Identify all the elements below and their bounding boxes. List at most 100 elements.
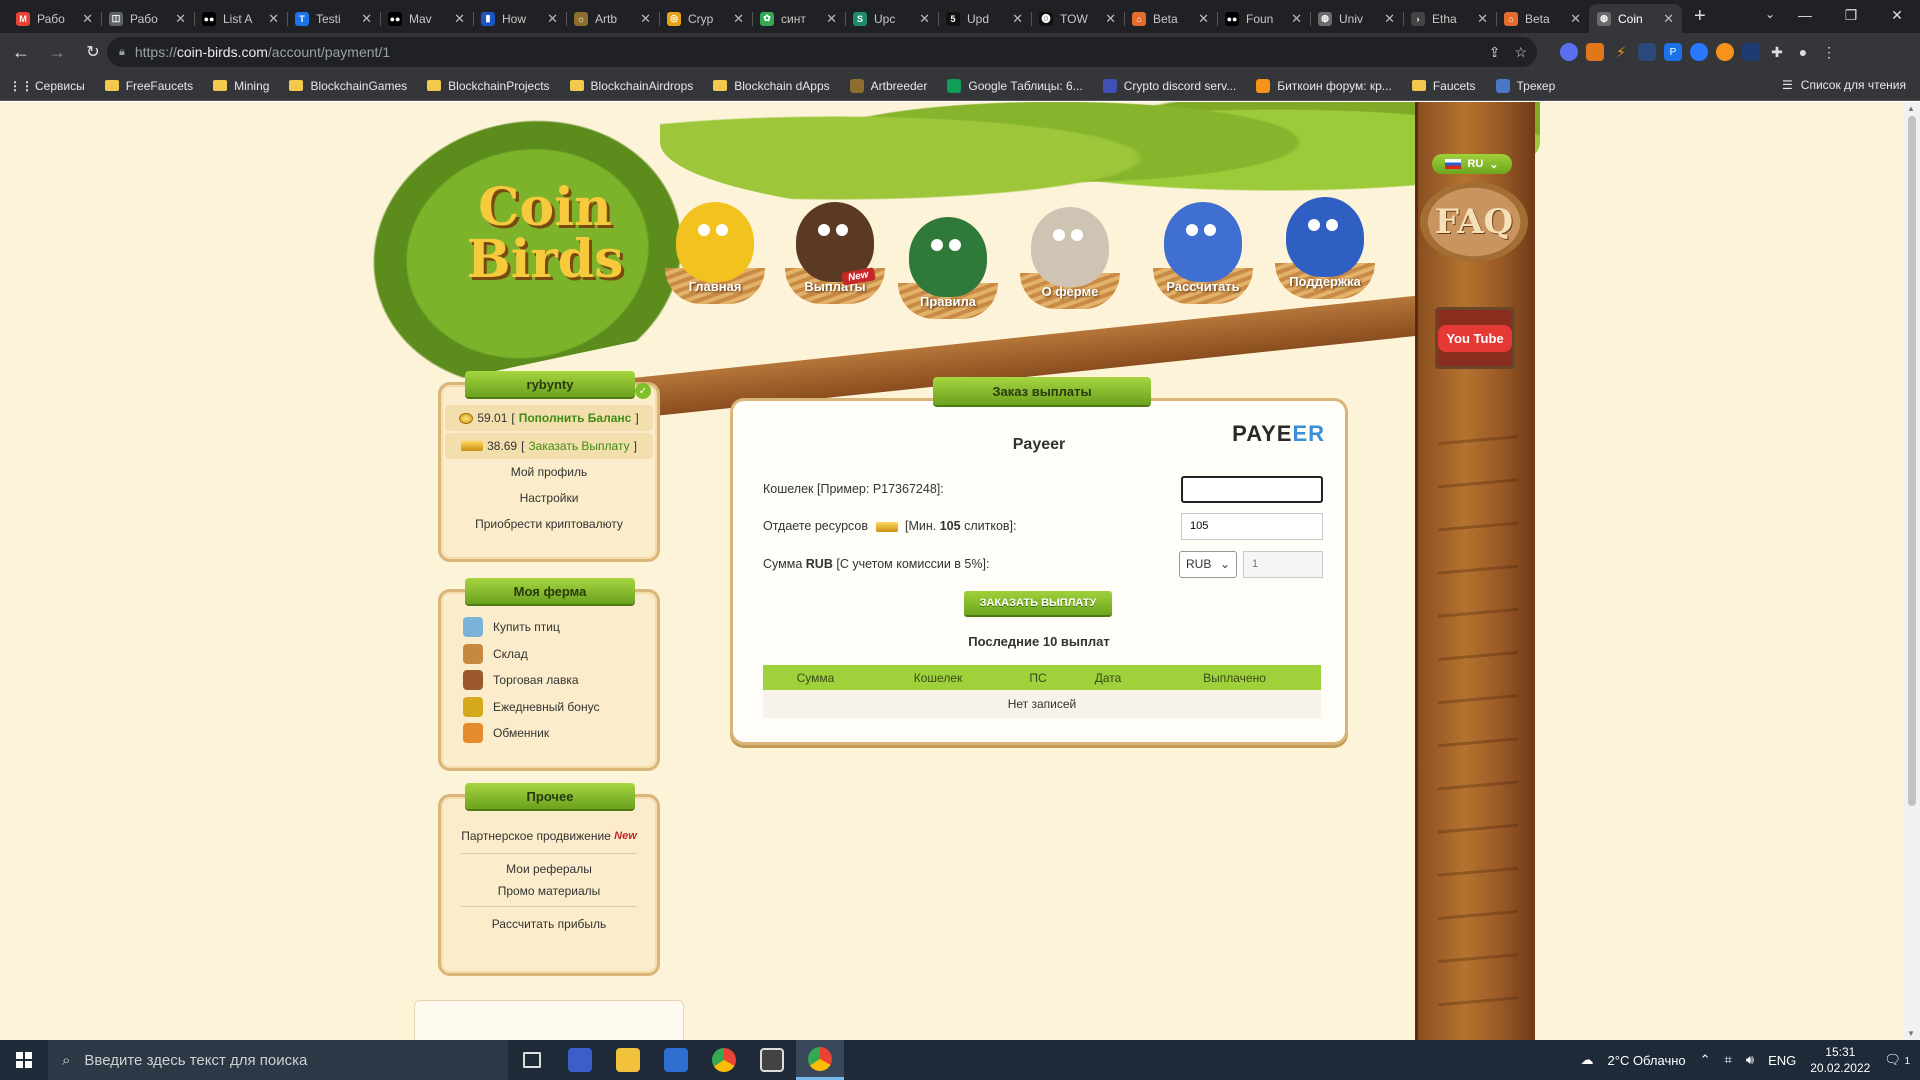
bookmark-star-icon[interactable]: ☆: [1514, 44, 1527, 61]
metamask-icon[interactable]: [1586, 43, 1604, 61]
keyboard-language[interactable]: ENG: [1768, 1053, 1796, 1068]
calendar-app-icon[interactable]: [748, 1040, 796, 1080]
page-scrollbar[interactable]: ▲ ▼: [1904, 102, 1920, 1040]
youtube-link[interactable]: You Tube: [1435, 307, 1515, 369]
close-tab-icon[interactable]: ✕: [1663, 11, 1674, 27]
farm-menu-item[interactable]: Ежедневный бонус: [441, 694, 657, 721]
reload-button[interactable]: ↻: [78, 37, 108, 67]
browser-tab[interactable]: ▮ How ✕: [473, 4, 566, 33]
withdraw-link[interactable]: Заказать Выплату: [528, 439, 629, 453]
back-button[interactable]: ←: [6, 37, 36, 67]
browser-tab[interactable]: ☼ Artb ✕: [566, 4, 659, 33]
lock-icon[interactable]: 🔒︎: [119, 46, 125, 59]
close-tab-icon[interactable]: ✕: [919, 11, 930, 27]
close-tab-icon[interactable]: ✕: [82, 11, 93, 27]
weather-icon[interactable]: ☁: [1581, 1052, 1594, 1068]
browser-tab[interactable]: ◍ Coin ✕: [1589, 4, 1682, 33]
taskbar-search[interactable]: ⌕ Введите здесь текст для поиска: [48, 1040, 508, 1080]
profile-icon[interactable]: ●: [1794, 43, 1812, 61]
bookmark-item[interactable]: BlockchainGames: [289, 79, 407, 93]
bookmark-item[interactable]: Crypto discord serv...: [1102, 78, 1236, 93]
browser-tab[interactable]: ●● Mav ✕: [380, 4, 473, 33]
browser-tab[interactable]: ✿ синт ✕: [752, 4, 845, 33]
nav-item[interactable]: Рассчитать: [1148, 202, 1258, 304]
calc-profit-link[interactable]: Рассчитать прибыль: [441, 911, 657, 937]
minimize-button[interactable]: —: [1782, 0, 1828, 30]
bookmark-item[interactable]: Artbreeder: [849, 78, 927, 93]
bookmark-item[interactable]: BlockchainAirdrops: [569, 79, 693, 93]
close-tab-icon[interactable]: ✕: [640, 11, 651, 27]
file-explorer-icon[interactable]: [604, 1040, 652, 1080]
extension-icon[interactable]: [1742, 43, 1760, 61]
extension-icon[interactable]: [1638, 43, 1656, 61]
nav-item[interactable]: О ферме: [1015, 207, 1125, 309]
close-tab-icon[interactable]: ✕: [1105, 11, 1116, 27]
referrals-link[interactable]: Мои рефералы: [441, 858, 657, 880]
wallet-input[interactable]: [1181, 475, 1323, 503]
browser-tab[interactable]: ◍ Univ ✕: [1310, 4, 1403, 33]
column-header[interactable]: Сумма: [763, 671, 868, 685]
notifications-icon[interactable]: 🗨︎ 1: [1884, 1052, 1910, 1068]
start-button[interactable]: [0, 1040, 48, 1080]
browser-tab[interactable]: ◫ Рабо ✕: [101, 4, 194, 33]
puzzle-icon[interactable]: ✚: [1768, 43, 1786, 61]
bookmark-item[interactable]: Faucets: [1411, 79, 1476, 93]
extension-p-icon[interactable]: P: [1664, 43, 1682, 61]
site-logo[interactable]: Coin Birds: [445, 182, 645, 286]
bookmark-item[interactable]: ⋮⋮ Сервисы: [9, 79, 85, 93]
sum-input[interactable]: [1243, 550, 1323, 578]
nav-item[interactable]: Главная: [660, 202, 770, 304]
nav-item[interactable]: Выплаты New: [780, 202, 890, 304]
forward-button[interactable]: →: [42, 37, 72, 67]
faq-sign[interactable]: FAQ: [1420, 182, 1528, 262]
buy-crypto-link[interactable]: Приобрести криптовалюту: [441, 511, 657, 537]
extension-icon[interactable]: [1560, 43, 1578, 61]
column-header[interactable]: ПС: [1008, 671, 1068, 685]
tray-chevron-icon[interactable]: ⌃: [1700, 1052, 1711, 1068]
farm-menu-item[interactable]: Склад: [441, 641, 657, 668]
close-tab-icon[interactable]: ✕: [1570, 11, 1581, 27]
browser-tab[interactable]: ●● List A ✕: [194, 4, 287, 33]
nav-item[interactable]: Правила: [893, 217, 1003, 319]
browser-tab[interactable]: T Testi ✕: [287, 4, 380, 33]
address-bar[interactable]: 🔒︎ https://coin-birds.com/account/paymen…: [107, 37, 1537, 67]
bookmark-item[interactable]: Blockchain dApps: [713, 79, 830, 93]
close-window-button[interactable]: ✕: [1874, 0, 1920, 30]
close-tab-icon[interactable]: ✕: [268, 11, 279, 27]
scroll-up-icon[interactable]: ▲: [1907, 104, 1915, 113]
nav-item[interactable]: Поддержка: [1270, 197, 1380, 299]
app-save-icon[interactable]: [556, 1040, 604, 1080]
browser-tab[interactable]: 5 Upd ✕: [938, 4, 1031, 33]
extension-bolt-icon[interactable]: ⚡︎: [1612, 43, 1630, 61]
language-selector[interactable]: RU ⌄: [1432, 154, 1512, 174]
tab-search-icon[interactable]: ⌄: [1765, 7, 1775, 21]
close-tab-icon[interactable]: ✕: [733, 11, 744, 27]
bookmark-item[interactable]: Google Таблицы: 6...: [947, 78, 1083, 93]
partner-promo-link[interactable]: Партнерское продвижение New: [441, 823, 657, 849]
bookmark-item[interactable]: Mining: [213, 79, 269, 93]
resources-input[interactable]: [1181, 512, 1323, 540]
column-header[interactable]: Кошелек: [868, 671, 1008, 685]
maximize-button[interactable]: ❐: [1828, 0, 1874, 30]
close-tab-icon[interactable]: ✕: [1477, 11, 1488, 27]
farm-menu-item[interactable]: Обменник: [441, 720, 657, 747]
column-header[interactable]: Выплачено: [1148, 671, 1321, 685]
chrome-icon[interactable]: [700, 1040, 748, 1080]
volume-icon[interactable]: 🔊︎: [1746, 1052, 1754, 1068]
browser-tab[interactable]: M Рабо ✕: [8, 4, 101, 33]
browser-tab[interactable]: ⌂ Beta ✕: [1124, 4, 1217, 33]
farm-menu-item[interactable]: Купить птиц: [441, 614, 657, 641]
close-tab-icon[interactable]: ✕: [175, 11, 186, 27]
browser-tab[interactable]: ⌂ Beta ✕: [1496, 4, 1589, 33]
bookmark-item[interactable]: Трекер: [1495, 78, 1555, 93]
extension-coin-icon[interactable]: [1716, 43, 1734, 61]
new-tab-button[interactable]: +: [1694, 5, 1706, 28]
close-tab-icon[interactable]: ✕: [1291, 11, 1302, 27]
browser-tab[interactable]: ◎ Cryp ✕: [659, 4, 752, 33]
browser-tab[interactable]: S Upc ✕: [845, 4, 938, 33]
close-tab-icon[interactable]: ✕: [1198, 11, 1209, 27]
topup-link[interactable]: Пополнить Баланс: [519, 411, 632, 425]
scroll-down-icon[interactable]: ▼: [1907, 1029, 1915, 1038]
bookmark-item[interactable]: BlockchainProjects: [427, 79, 550, 93]
profile-link[interactable]: Мой профиль: [441, 459, 657, 485]
